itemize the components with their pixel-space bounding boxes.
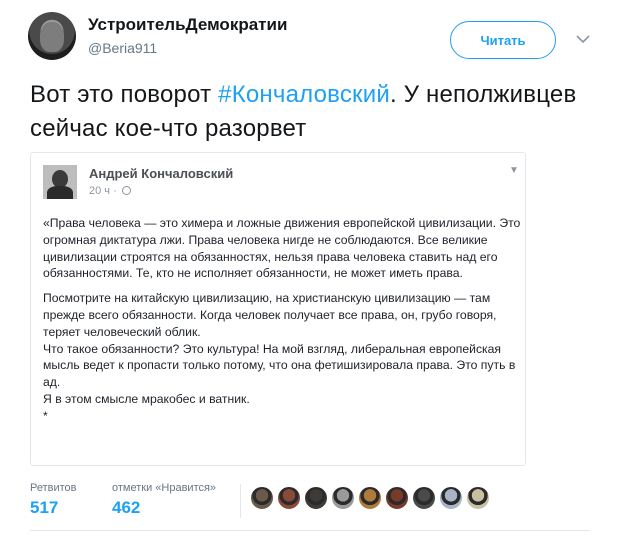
tweet-stats: Ретвитов 517 отметки «Нравится» 462	[30, 482, 590, 522]
liker-avatar[interactable]	[439, 486, 463, 510]
liker-avatar[interactable]	[385, 486, 409, 510]
liker-avatar[interactable]	[250, 486, 274, 510]
liker-avatar[interactable]	[412, 486, 436, 510]
tweet-text: Вот это поворот #Кончаловский. У неполжи…	[30, 78, 590, 146]
post-paragraph: Посмотрите на китайскую цивилизацию, на …	[43, 291, 516, 423]
liker-avatar[interactable]	[358, 486, 382, 510]
post-body: «Права человека — это химера и ложные дв…	[43, 215, 521, 433]
embedded-post-card[interactable]: Андрей Кончаловский 20 ч · ▼ «Права чело…	[30, 152, 526, 466]
likes-label: отметки «Нравится»	[112, 482, 217, 494]
post-paragraph: «Права человека — это химера и ложные дв…	[43, 216, 521, 281]
retweets-label: Ретвитов	[30, 482, 77, 494]
chevron-down-icon-svg	[576, 35, 590, 44]
post-author-name[interactable]: Андрей Кончаловский	[89, 166, 233, 181]
liker-avatar[interactable]	[277, 486, 301, 510]
hashtag-link[interactable]: #Кончаловский	[218, 81, 390, 108]
post-author-avatar[interactable]	[43, 165, 77, 199]
likes-count: 462	[112, 498, 141, 517]
chevron-down-icon[interactable]	[573, 29, 593, 49]
liker-avatar[interactable]	[304, 486, 328, 510]
globe-icon	[121, 186, 131, 195]
liker-avatar[interactable]	[331, 486, 355, 510]
divider	[30, 530, 590, 531]
tweet-text-before: Вот это поворот	[30, 81, 219, 108]
user-handle[interactable]: @Beria911	[88, 40, 157, 56]
post-time-text: 20 ч ·	[89, 185, 117, 197]
retweets-count: 517	[30, 498, 59, 517]
divider	[240, 484, 241, 518]
liker-avatar[interactable]	[466, 486, 490, 510]
chevron-down-icon[interactable]: ▼	[509, 165, 519, 176]
retweets-stat[interactable]: Ретвитов 517	[30, 482, 77, 518]
likers-avatars	[250, 486, 490, 510]
display-name[interactable]: УстроительДемократии	[88, 15, 287, 35]
avatar[interactable]	[28, 12, 76, 60]
likes-stat[interactable]: отметки «Нравится» 462	[112, 482, 216, 518]
follow-button[interactable]: Читать	[450, 21, 556, 59]
tweet-header: УстроительДемократии @Beria911 Читать	[20, 12, 600, 72]
post-timestamp: 20 ч ·	[89, 185, 131, 197]
